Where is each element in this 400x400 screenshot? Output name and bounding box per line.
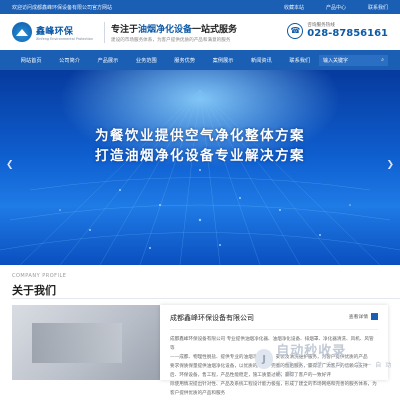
- top-links: 收藏本站 产品中心 联系我们: [284, 4, 388, 11]
- divider: [170, 329, 378, 330]
- more-button[interactable]: 查看详情: [349, 313, 378, 320]
- top-link-products[interactable]: 产品中心: [326, 4, 346, 11]
- nav-item-business[interactable]: 业务范围: [127, 57, 165, 64]
- hero-headline-2: 打造油烟净化设备专业解决方案: [95, 148, 305, 164]
- company-name: 成都鑫峰环保设备有限公司: [170, 314, 254, 322]
- slogan-main: 专注于油烟净化设备一站式服务: [111, 24, 238, 35]
- nav-item-company[interactable]: 公司简介: [50, 57, 88, 64]
- nav-item-contact[interactable]: 联系我们: [281, 57, 319, 64]
- slogan-sub: 建设的市场服务体系，为客户提供优质的产品和满意的服务: [111, 37, 231, 43]
- site-logo[interactable]: 鑫峰环保 Xinfeng Environmental Protection: [12, 22, 98, 42]
- top-bar: 欢迎访问成都鑫峰环保设备有限公司官方网站 收藏本站 产品中心 联系我们: [0, 0, 400, 14]
- nav-item-cases[interactable]: 案例展示: [204, 57, 242, 64]
- about-line: 客户提供优质的产品和服务: [170, 391, 226, 396]
- logo-mountain-icon: [12, 22, 32, 42]
- nav-item-home[interactable]: 网站首页: [12, 57, 50, 64]
- logo-text: 鑫峰环保 Xinfeng Environmental Protection: [36, 24, 93, 41]
- hero-headline-1: 为餐饮业提供空气净化整体方案: [95, 128, 305, 144]
- about-subtitle: COMPANY PROFILE: [12, 273, 67, 279]
- watermark-sub: 上 链 接 一 键 访 问 一 次 一 自 动 收 录: [276, 362, 393, 378]
- logo-name: 鑫峰环保: [36, 26, 74, 37]
- slogan-highlight: 油烟净化设备: [138, 24, 193, 35]
- about-title: 关于我们: [12, 284, 56, 297]
- company-photo: [12, 305, 162, 380]
- search-icon[interactable]: ⌕: [381, 57, 384, 63]
- nav-item-products[interactable]: 产品展示: [89, 57, 127, 64]
- site-header: 鑫峰环保 Xinfeng Environmental Protection 专注…: [0, 14, 400, 50]
- top-link-bookmark[interactable]: 收藏本站: [284, 4, 304, 11]
- watermark-logo-icon: J: [255, 349, 274, 369]
- chevron-left-icon[interactable]: ❮: [6, 160, 14, 170]
- search-box[interactable]: 输入关键字 ⌕: [319, 54, 388, 66]
- phone-icon: ☎: [287, 22, 304, 39]
- logo-name-en: Xinfeng Environmental Protection: [36, 36, 93, 41]
- about-line: 际使用情况提出针对性、产品及系统工程设计能力极强，形成了建全的市场网络和完善的服…: [170, 382, 377, 387]
- hotline: ☎ 咨询服务热线 028-87856161: [287, 22, 388, 39]
- watermark: J 自动秒收录 上 链 接 一 键 访 问 一 次 一 自 动 收 录: [255, 340, 400, 378]
- hotline-number: 028-87856161: [307, 28, 388, 39]
- arrow-icon: [371, 313, 378, 320]
- network-graphic: [0, 70, 400, 265]
- chevron-right-icon[interactable]: ❯: [386, 160, 394, 170]
- welcome-text: 欢迎访问成都鑫峰环保设备有限公司官方网站: [12, 4, 113, 11]
- divider: [12, 298, 400, 299]
- top-link-contact[interactable]: 联系我们: [368, 4, 388, 11]
- header-slogan: 专注于油烟净化设备一站式服务 建设的市场服务体系，为客户提供优质的产品和满意的服…: [104, 21, 238, 43]
- nav-item-news[interactable]: 新闻资讯: [242, 57, 280, 64]
- search-input[interactable]: 输入关键字: [323, 57, 348, 64]
- main-nav: 网站首页 公司简介 产品展示 业务范围 服务优势 案例展示 新闻资讯 联系我们 …: [0, 50, 400, 70]
- hero-banner: 为餐饮业提供空气净化整体方案 打造油烟净化设备专业解决方案 ❮ ❯: [0, 70, 400, 265]
- nav-item-advantages[interactable]: 服务优势: [166, 57, 204, 64]
- watermark-main: 自动秒收录: [276, 344, 347, 359]
